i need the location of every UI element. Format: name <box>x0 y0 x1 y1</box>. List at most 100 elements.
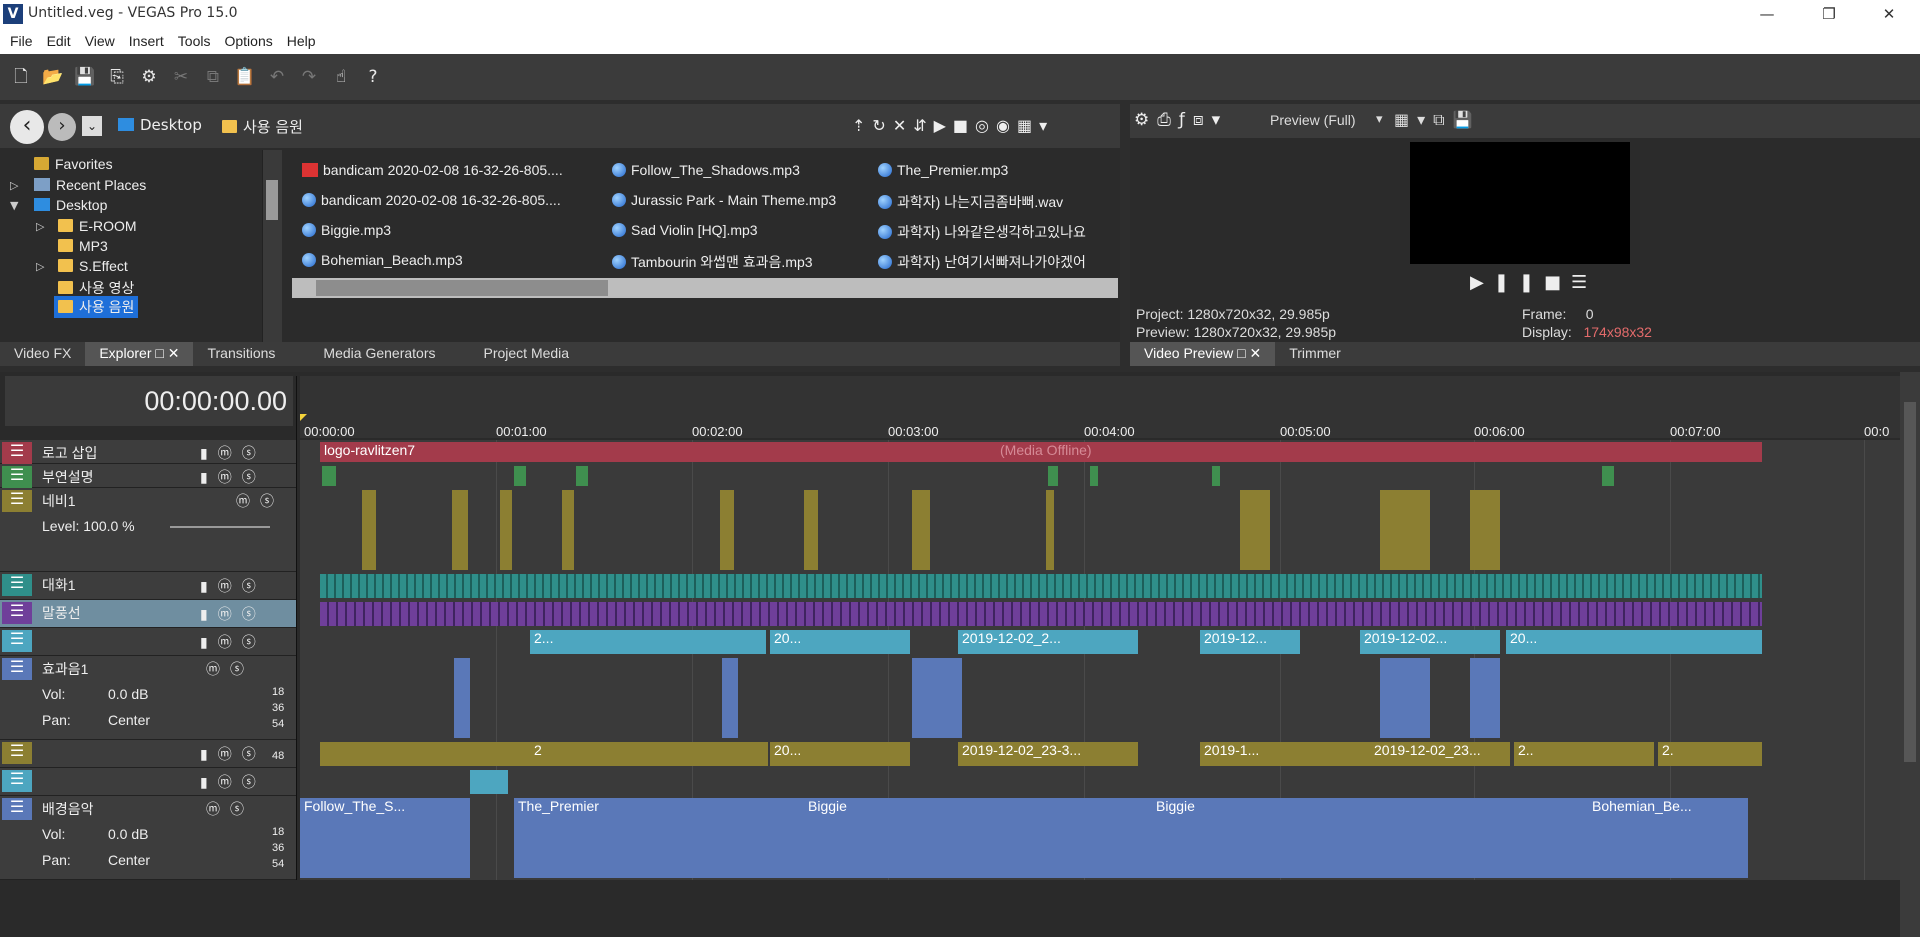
file-item[interactable]: Follow_The_Shadows.mp3 <box>612 162 800 178</box>
tree-e-room[interactable]: E-ROOM <box>58 218 137 234</box>
video-clip[interactable]: 2... <box>530 630 766 654</box>
file-item[interactable]: 과학자) 난여기서빠져나가야겠어 <box>878 252 1086 272</box>
copy-icon[interactable]: ⧉ <box>200 64 226 90</box>
file-item[interactable]: 과학자) 나는지금좀바뻐.wav <box>878 192 1063 212</box>
explorer-tool-icons[interactable]: ⇡↻✕⇵▶■◎◉▦▾ <box>852 116 1054 135</box>
video-clip[interactable] <box>1046 490 1054 570</box>
video-clip[interactable]: 2.. <box>1514 742 1654 766</box>
video-clip[interactable]: 2019-12... <box>1200 630 1300 654</box>
video-clip[interactable] <box>320 742 530 766</box>
video-clip[interactable] <box>470 770 508 794</box>
track-menu-icon[interactable]: ☰ <box>2 630 32 652</box>
preview-tool-icons[interactable]: ⚙⎙ƒ⧈▾ <box>1134 110 1228 130</box>
track-controls[interactable]: ▮ⓜⓢ <box>200 744 266 764</box>
track-header[interactable]: ☰ 효과음1 ⓜⓢ Vol: 0.0 dB Pan: Center 18 36 … <box>0 656 296 740</box>
audio-clip[interactable]: Follow_The_S... <box>300 798 470 878</box>
tab-media-generators[interactable]: Media Generators <box>309 342 449 366</box>
menu-options[interactable]: Options <box>217 33 279 49</box>
tree-favorites[interactable]: Favorites <box>34 156 113 172</box>
file-item[interactable]: Biggie.mp3 <box>302 222 391 238</box>
track-controls[interactable]: ▮ⓜⓢ <box>200 443 266 463</box>
expand-arrow-icon[interactable]: ▷ <box>10 179 18 192</box>
track-header[interactable]: ☰ 배경음악 ⓜⓢ Vol: 0.0 dB Pan: Center 18 36 … <box>0 796 296 880</box>
audio-clip[interactable] <box>1380 658 1430 738</box>
video-clip[interactable] <box>562 490 574 570</box>
chevron-down-icon[interactable]: ▾ <box>1376 112 1383 127</box>
open-folder-icon[interactable]: 📂 <box>40 64 66 90</box>
track-header[interactable]: ☰ ▮ⓜⓢ 48 <box>0 740 296 768</box>
video-clip[interactable] <box>804 490 818 570</box>
track-header[interactable]: ☰ ▮ⓜⓢ <box>0 768 296 796</box>
track-menu-icon[interactable]: ☰ <box>2 490 32 512</box>
video-clip[interactable]: 20... <box>1506 630 1762 654</box>
undo-icon[interactable]: ↶ <box>264 64 290 90</box>
menu-edit[interactable]: Edit <box>40 33 78 49</box>
video-clip[interactable]: 20... <box>770 742 910 766</box>
close-tab-icon[interactable]: ✕ <box>168 345 180 361</box>
time-ruler[interactable]: 00:00:00 00:01:00 00:02:00 00:03:00 00:0… <box>300 376 1900 439</box>
save-icon[interactable]: 💾 <box>72 64 98 90</box>
track-menu-icon[interactable]: ☰ <box>2 658 32 680</box>
file-item[interactable]: Tambourin 와썹맨 효과음.mp3 <box>612 252 813 272</box>
tab-project-media[interactable]: Project Media <box>469 342 583 366</box>
render-icon[interactable]: ⎘ <box>104 64 130 90</box>
video-clip[interactable]: 2. <box>1658 742 1762 766</box>
video-clip[interactable] <box>720 490 734 570</box>
audio-clip[interactable]: Biggie <box>804 798 1152 878</box>
video-clip[interactable] <box>1602 466 1614 486</box>
video-clip[interactable]: 2019-1... <box>1200 742 1370 766</box>
file-item[interactable]: Sad Violin [HQ].mp3 <box>612 222 758 238</box>
track-controls[interactable]: ▮ⓜⓢ <box>200 576 266 596</box>
back-arrow-icon[interactable]: ‹ <box>10 110 44 144</box>
audio-clip[interactable] <box>722 658 738 738</box>
video-clip[interactable] <box>1212 466 1220 486</box>
undock-icon[interactable]: □ <box>1237 345 1245 361</box>
track-menu-icon[interactable]: ☰ <box>2 574 32 596</box>
audio-clip[interactable] <box>454 658 470 738</box>
breadcrumb-desktop[interactable]: Desktop <box>118 116 202 134</box>
video-clip[interactable] <box>1090 466 1098 486</box>
tree-scroll-thumb[interactable] <box>266 180 278 220</box>
track-menu-icon[interactable]: ☰ <box>2 442 32 464</box>
timeline-scroll-thumb[interactable] <box>1904 402 1916 762</box>
track-header[interactable]: ☰ 부연설명 ▮ⓜⓢ <box>0 464 296 488</box>
video-clip[interactable] <box>576 466 588 486</box>
timeline-vertical-scrollbar[interactable] <box>1900 372 1920 937</box>
paste-icon[interactable]: 📋 <box>232 64 258 90</box>
tree-video-folder[interactable]: 사용 영상 <box>58 278 134 298</box>
tab-video-fx[interactable]: Video FX <box>0 342 85 366</box>
track-menu-icon[interactable]: ☰ <box>2 798 32 820</box>
preview-playback-controls[interactable]: ▶❚❚■☰ <box>1470 272 1597 293</box>
video-clip[interactable]: logo-ravlitzen7 (Media Offline) <box>320 442 1762 462</box>
maximize-button[interactable]: ❐ <box>1806 0 1852 28</box>
tree-mp3[interactable]: MP3 <box>58 238 108 254</box>
tree-scrollbar[interactable] <box>262 150 282 346</box>
video-clip[interactable] <box>500 490 512 570</box>
properties-gear-icon[interactable]: ⚙ <box>136 64 162 90</box>
video-clip[interactable] <box>514 466 526 486</box>
track-header[interactable]: ☰ ▮ⓜⓢ <box>0 628 296 656</box>
track-header[interactable]: ☰ 말풍선 ▮ⓜⓢ <box>0 600 296 628</box>
menu-help[interactable]: Help <box>280 33 323 49</box>
video-clip[interactable] <box>912 490 930 570</box>
tab-video-preview[interactable]: Video Preview □ ✕ <box>1130 342 1276 366</box>
video-clip[interactable] <box>452 490 468 570</box>
track-menu-icon[interactable]: ☰ <box>2 770 32 792</box>
track-controls[interactable]: ⓜⓢ <box>206 799 254 819</box>
track-menu-icon[interactable]: ☰ <box>2 742 32 764</box>
file-item[interactable]: 과학자) 나와같은생각하고있나요 <box>878 222 1086 242</box>
undock-icon[interactable]: □ <box>155 345 163 361</box>
expand-arrow-icon[interactable]: ▷ <box>36 220 44 233</box>
menu-tools[interactable]: Tools <box>171 33 218 49</box>
track-controls[interactable]: ⓜⓢ <box>236 491 284 511</box>
file-list-scroll-thumb[interactable] <box>316 280 608 296</box>
file-item[interactable]: bandicam 2020-02-08 16-32-26-805.... <box>302 162 563 178</box>
whats-this-icon[interactable]: ? <box>360 64 386 90</box>
tree-sound-folder-selected[interactable]: 사용 음원 <box>54 296 139 318</box>
menu-insert[interactable]: Insert <box>122 33 171 49</box>
track-controls[interactable]: ⓜⓢ <box>206 659 254 679</box>
help-pointer-icon[interactable]: ☝ <box>328 64 354 90</box>
file-item[interactable]: The_Premier.mp3 <box>878 162 1008 178</box>
audio-clip[interactable]: Biggie <box>1152 798 1588 878</box>
track-menu-icon[interactable]: ☰ <box>2 466 32 488</box>
